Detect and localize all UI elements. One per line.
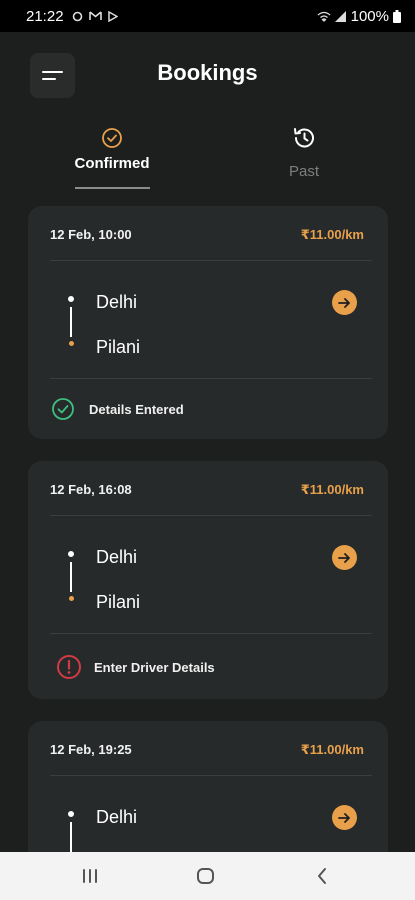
notification-icons: [72, 10, 118, 22]
booking-tabs: Confirmed Past: [0, 122, 415, 192]
booking-date: 12 Feb, 16:08: [50, 482, 132, 497]
origin-city: Delhi: [96, 807, 138, 827]
origin-dot-icon: [66, 809, 76, 819]
destination-city: Pilani: [96, 337, 141, 357]
route-line: [70, 562, 72, 592]
destination-dot-icon: [67, 594, 76, 603]
check-circle-icon: [102, 128, 122, 148]
origin-city: Delhi: [96, 292, 138, 312]
app-header: Bookings: [0, 52, 415, 98]
check-circle-icon: [52, 398, 74, 420]
battery-percent: 100%: [350, 7, 389, 25]
card-header: 12 Feb, 19:25 ₹11.00/km: [28, 721, 388, 775]
destination-dot-icon: [67, 339, 76, 348]
booking-card[interactable]: 12 Feb, 16:08 ₹11.00/km Delhi Pilani Ent…: [28, 461, 388, 699]
history-icon: [294, 128, 314, 148]
wifi-icon: [317, 11, 331, 22]
booking-price: ₹11.00/km: [300, 742, 364, 757]
arrow-right-icon: [338, 297, 350, 308]
open-booking-button[interactable]: [332, 545, 357, 570]
booking-status: Details Entered: [28, 379, 388, 439]
signal-icon: [334, 10, 346, 22]
gmail-icon: [88, 11, 102, 20]
status-right: 100%: [317, 8, 401, 25]
route: Delhi Pilani: [28, 516, 388, 633]
page-title: Bookings: [157, 60, 258, 85]
route-line: [70, 822, 72, 852]
arrow-right-icon: [338, 812, 350, 823]
route: Delhi Pilani: [28, 261, 388, 378]
booking-date: 12 Feb, 19:25: [50, 742, 132, 757]
tab-confirmed[interactable]: Confirmed: [52, 122, 172, 172]
recent-apps-icon[interactable]: [81, 865, 99, 887]
alert-circle-icon: [57, 655, 81, 679]
play-store-icon: [107, 10, 118, 22]
arrow-right-icon: [338, 552, 350, 563]
home-icon[interactable]: [196, 865, 216, 887]
origin-city: Delhi: [96, 547, 138, 567]
origin-dot-icon: [66, 549, 76, 559]
tab-past[interactable]: Past: [244, 122, 364, 180]
open-booking-button[interactable]: [332, 805, 357, 830]
sync-icon: [72, 11, 82, 21]
booking-price: ₹11.00/km: [300, 482, 364, 497]
origin-dot-icon: [66, 294, 76, 304]
status-text: Details Entered: [89, 402, 184, 417]
booking-date: 12 Feb, 10:00: [50, 227, 132, 242]
status-text: Enter Driver Details: [94, 660, 215, 675]
tab-confirmed-label: Confirmed: [74, 155, 150, 172]
card-header: 12 Feb, 10:00 ₹11.00/km: [28, 206, 388, 260]
battery-icon: [393, 9, 401, 23]
system-nav-bar: [0, 852, 415, 900]
route-line: [70, 307, 72, 337]
tab-past-label: Past: [288, 163, 319, 180]
open-booking-button[interactable]: [332, 290, 357, 315]
booking-status[interactable]: Enter Driver Details: [28, 634, 388, 694]
status-time: 21:22: [26, 7, 64, 25]
card-header: 12 Feb, 16:08 ₹11.00/km: [28, 461, 388, 515]
status-bar: 21:22 100%: [0, 0, 415, 32]
destination-city: Pilani: [96, 592, 141, 612]
back-icon[interactable]: [315, 865, 329, 887]
booking-card[interactable]: 12 Feb, 10:00 ₹11.00/km Delhi Pilani Det…: [28, 206, 388, 439]
active-tab-indicator: [75, 187, 150, 189]
booking-price: ₹11.00/km: [300, 227, 364, 242]
